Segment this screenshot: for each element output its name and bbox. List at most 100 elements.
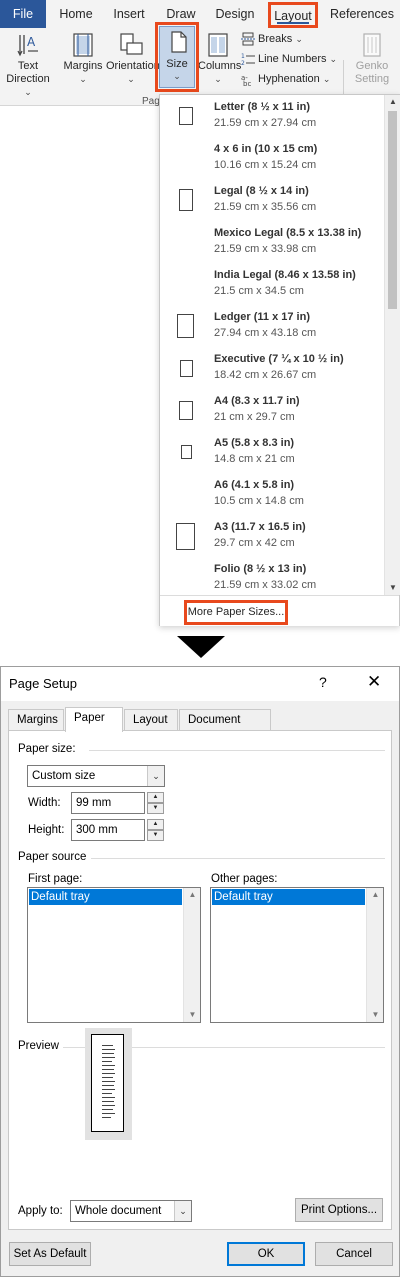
spin-up-icon[interactable]: ▲ (147, 819, 164, 830)
spin-down-icon[interactable]: ▼ (147, 830, 164, 841)
genko-setting-button: Genko Setting (348, 32, 396, 86)
paper-size-letter[interactable]: Letter (8 ½ x 11 in) 21.59 cm x 27.94 cm (160, 95, 384, 137)
preview-line (102, 1053, 114, 1054)
other-pages-listbox[interactable]: Default tray ▲ ▼ (210, 887, 384, 1023)
paper-size-4x6[interactable]: 4 x 6 in (10 x 15 cm) 10.16 cm x 15.24 c… (160, 137, 384, 179)
tab-references[interactable]: References (330, 0, 394, 28)
tab-paper[interactable]: Paper (65, 707, 123, 732)
page-shape-icon (176, 523, 195, 550)
paper-size-legal[interactable]: Legal (8 ½ x 14 in) 21.59 cm x 35.56 cm (160, 179, 384, 221)
preview-line (102, 1073, 115, 1074)
spin-down-icon[interactable]: ▼ (147, 803, 164, 814)
dropdown-footer: More Paper Sizes... (160, 595, 399, 626)
print-options-button[interactable]: Print Options... (295, 1198, 383, 1222)
paper-size-executive[interactable]: Executive (7 ¼ x 10 ½ in) 18.42 cm x 26.… (160, 347, 384, 389)
width-field[interactable]: 99 mm ▲ ▼ (71, 792, 164, 814)
listbox-scrollbar[interactable]: ▲ ▼ (366, 888, 383, 1022)
tab-layout[interactable]: Layout (268, 2, 318, 28)
paper-size-select[interactable]: Custom size ⌄ (27, 765, 165, 787)
tab-home[interactable]: Home (56, 0, 96, 28)
tab-file[interactable]: File (0, 0, 46, 28)
paper-size-dims: 21 cm x 29.7 cm (214, 411, 295, 423)
line-numbers-icon: 1 2 (241, 53, 255, 66)
more-paper-sizes-button[interactable]: More Paper Sizes... (184, 600, 288, 625)
paper-size-folio[interactable]: Folio (8 ½ x 13 in) 21.59 cm x 33.02 cm (160, 557, 384, 595)
first-page-listbox[interactable]: Default tray ▲ ▼ (27, 887, 201, 1023)
preview-line (102, 1113, 115, 1114)
tab-insert[interactable]: Insert (110, 0, 148, 28)
paper-size-name: India Legal (8.46 x 13.58 in) (214, 269, 356, 281)
tab-layout[interactable]: Layout (124, 709, 178, 731)
text-direction-label-1: Text (17, 60, 39, 72)
other-pages-selected-item[interactable]: Default tray (212, 889, 365, 905)
columns-icon (208, 33, 228, 57)
preview-line (102, 1077, 113, 1078)
hyphenation-button[interactable]: a- bc Hyphenation ⌄ (241, 70, 330, 88)
width-spinner[interactable]: ▲ ▼ (147, 792, 164, 814)
ok-button[interactable]: OK (227, 1242, 305, 1266)
scroll-down-icon[interactable]: ▼ (367, 1008, 384, 1022)
active-tab-underline (277, 22, 309, 24)
columns-label: Columns (198, 60, 242, 72)
margins-button[interactable]: Margins ⌄ (63, 32, 103, 86)
scroll-down-icon[interactable]: ▼ (385, 581, 400, 595)
text-direction-button[interactable]: A Text Direction ⌄ (6, 32, 50, 99)
preview-line (102, 1101, 114, 1102)
orientation-icon (120, 33, 143, 55)
breaks-icon (241, 32, 255, 46)
paper-size-a5[interactable]: A5 (5.8 x 8.3 in) 14.8 cm x 21 cm (160, 431, 384, 473)
scroll-up-icon[interactable]: ▲ (385, 95, 400, 109)
paper-size-name: A4 (8.3 x 11.7 in) (214, 395, 300, 407)
ribbon-tab-bar: File Home Insert Draw Design Layout Refe… (0, 0, 400, 28)
page-shape-icon (179, 189, 193, 211)
help-icon[interactable]: ? (319, 674, 327, 690)
tab-document-grid[interactable]: Document Grid (179, 709, 271, 746)
size-button[interactable]: Size ⌄ (155, 22, 199, 92)
preview-line (102, 1049, 115, 1050)
height-spinner[interactable]: ▲ ▼ (147, 819, 164, 841)
genko-label-2: Setting (354, 73, 390, 85)
preview-line (102, 1045, 113, 1046)
paper-size-ledger[interactable]: Ledger (11 x 17 in) 27.94 cm x 43.18 cm (160, 305, 384, 347)
paper-size-dims: 27.94 cm x 43.18 cm (214, 327, 317, 339)
line-numbers-button[interactable]: 1 2 Line Numbers ⌄ (241, 50, 337, 68)
paper-size-india-legal[interactable]: India Legal (8.46 x 13.58 in) 21.5 cm x … (160, 263, 384, 305)
breaks-button[interactable]: Breaks ⌄ (241, 30, 303, 48)
paper-size-a4[interactable]: A4 (8.3 x 11.7 in) 21 cm x 29.7 cm (160, 389, 384, 431)
listbox-scrollbar[interactable]: ▲ ▼ (183, 888, 200, 1022)
set-as-default-button[interactable]: Set As Default (9, 1242, 91, 1266)
scroll-up-icon[interactable]: ▲ (367, 888, 384, 902)
chevron-down-icon[interactable]: ⌄ (174, 1201, 191, 1221)
scroll-down-icon[interactable]: ▼ (184, 1008, 201, 1022)
close-icon[interactable]: ✕ (367, 672, 381, 692)
paper-size-dims: 21.59 cm x 27.94 cm (214, 117, 317, 129)
scroll-thumb[interactable] (388, 111, 397, 309)
orientation-button[interactable]: Orientation ⌄ (106, 32, 160, 86)
tab-layout-label: Layout (274, 9, 312, 23)
chevron-down-icon[interactable]: ⌄ (147, 766, 164, 786)
apply-to-select[interactable]: Whole document ⌄ (70, 1200, 192, 1222)
paper-size-dims: 18.42 cm x 26.67 cm (214, 369, 317, 381)
dropdown-scrollbar[interactable]: ▲ ▼ (384, 95, 400, 595)
dialog-tab-strip: Margins Paper Layout Document Grid (1, 707, 399, 746)
cancel-button[interactable]: Cancel (315, 1242, 393, 1266)
preview-line (102, 1069, 114, 1070)
spin-up-icon[interactable]: ▲ (147, 792, 164, 803)
first-page-selected-item[interactable]: Default tray (29, 889, 182, 905)
genko-icon (363, 33, 381, 57)
paper-size-a6[interactable]: A6 (4.1 x 5.8 in) 10.5 cm x 14.8 cm (160, 473, 384, 515)
tab-margins[interactable]: Margins (8, 709, 64, 731)
paper-size-a3[interactable]: A3 (11.7 x 16.5 in) 29.7 cm x 42 cm (160, 515, 384, 557)
orientation-label: Orientation (106, 60, 160, 72)
tab-design[interactable]: Design (213, 0, 257, 28)
paper-size-heading: Paper size: (18, 743, 76, 755)
hyphenation-label: Hyphenation (258, 73, 320, 85)
columns-button[interactable]: Columns ⌄ (198, 32, 242, 86)
preview-heading: Preview (18, 1040, 59, 1052)
scroll-up-icon[interactable]: ▲ (184, 888, 201, 902)
page-shape-icon (179, 401, 193, 420)
paper-size-mexico-legal[interactable]: Mexico Legal (8.5 x 13.38 in) 21.59 cm x… (160, 221, 384, 263)
height-field[interactable]: 300 mm ▲ ▼ (71, 819, 164, 841)
section-divider (89, 750, 385, 751)
preview-line (102, 1105, 115, 1106)
